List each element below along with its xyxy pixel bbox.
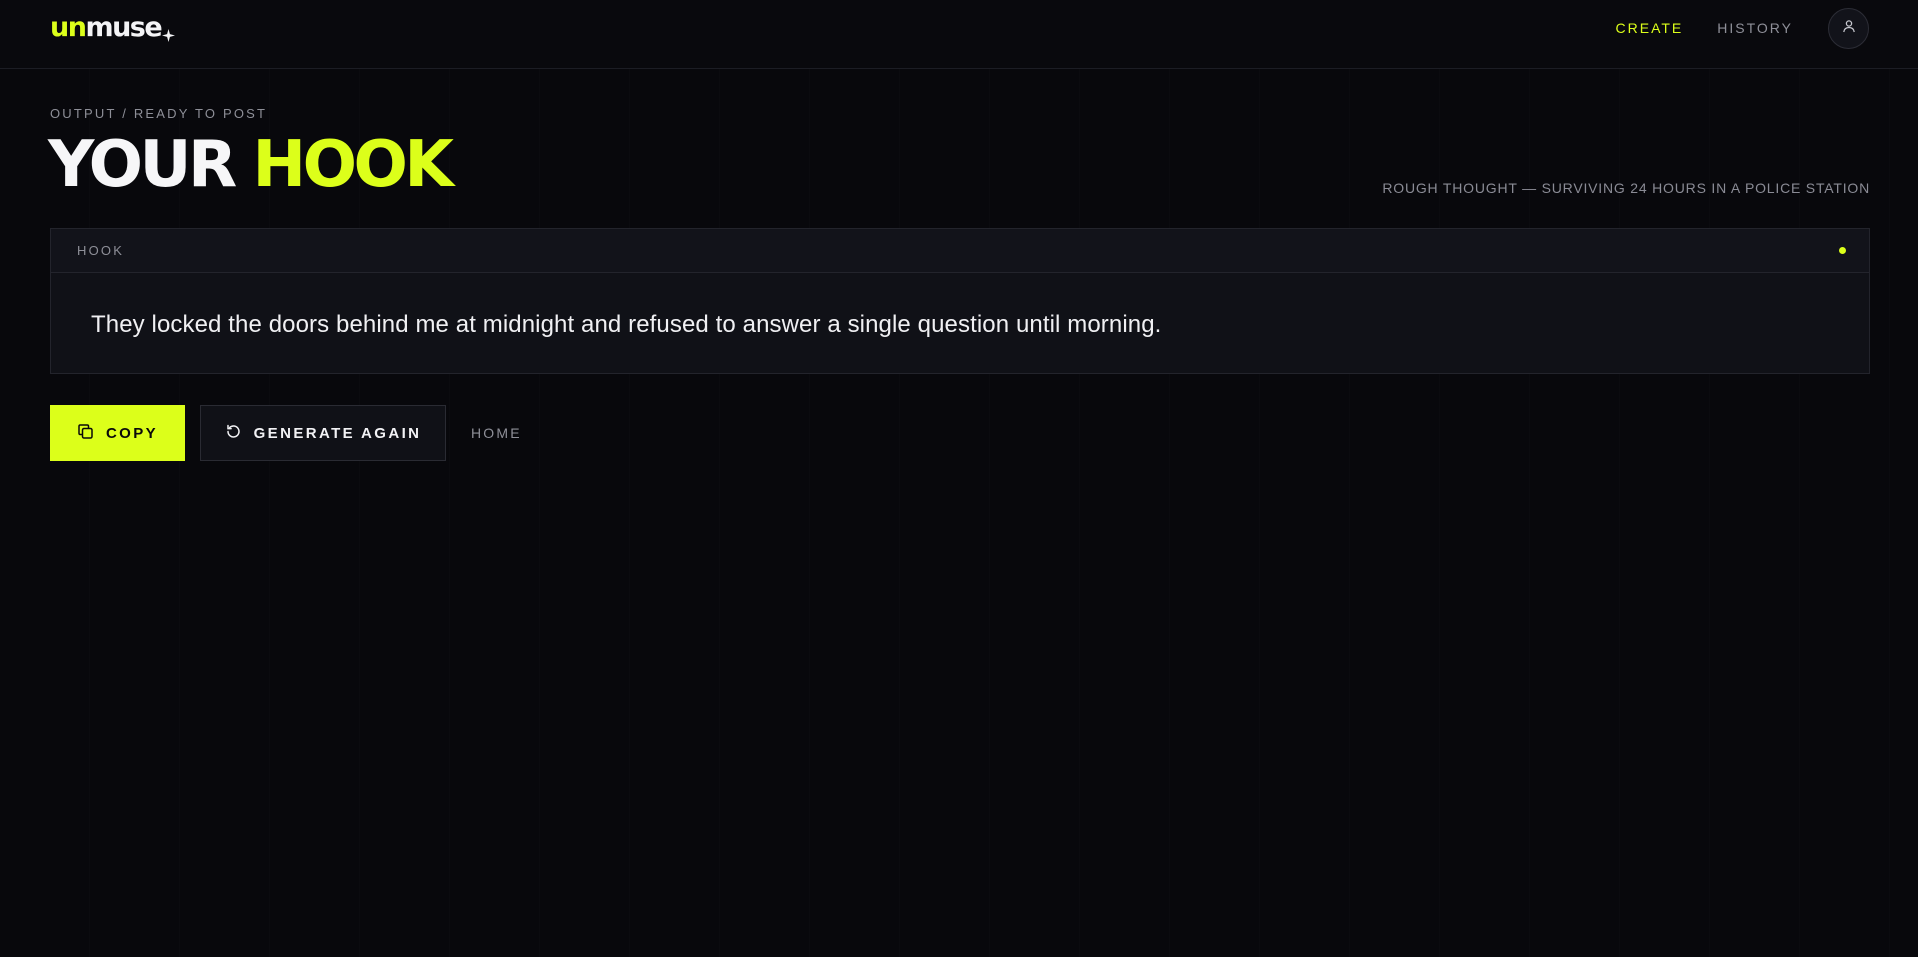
nav-create-link[interactable]: CREATE (1616, 20, 1684, 36)
hook-card-header: HOOK (51, 229, 1869, 273)
generate-again-button[interactable]: GENERATE AGAIN (200, 405, 446, 461)
sparkle-icon (162, 19, 176, 42)
hook-output-card: HOOK They locked the doors behind me at … (50, 228, 1870, 374)
action-bar: COPY GENERATE AGAIN HOME (50, 405, 522, 461)
copy-icon (77, 423, 106, 444)
user-avatar-button[interactable] (1828, 7, 1869, 49)
home-link[interactable]: HOME (471, 425, 522, 441)
top-navigation-bar: un muse CREATE HISTORY (0, 0, 1918, 69)
status-dot (1839, 247, 1846, 254)
hook-card-label: HOOK (77, 243, 125, 258)
page-title-part2: HOOK (252, 128, 454, 202)
page-title: YOUR HOOK (48, 132, 454, 198)
breadcrumb: OUTPUT / READY TO POST (50, 106, 268, 121)
copy-button[interactable]: COPY (50, 405, 185, 461)
rough-thought-context: ROUGH THOUGHT — SURVIVING 24 HOURS IN A … (1382, 180, 1870, 196)
nav-history-link[interactable]: HISTORY (1717, 20, 1793, 36)
refresh-icon (225, 423, 254, 444)
logo-text-lead: un (50, 12, 87, 43)
user-icon (1842, 19, 1856, 38)
logo-text-rest: muse (85, 12, 162, 43)
copy-button-label: COPY (105, 424, 159, 442)
main-nav: CREATE HISTORY (1616, 7, 1869, 49)
generate-again-label: GENERATE AGAIN (253, 424, 422, 442)
page-title-part1: YOUR (48, 128, 237, 202)
unmuse-logo[interactable]: un muse (50, 12, 176, 43)
hook-text[interactable]: They locked the doors behind me at midni… (51, 273, 1869, 339)
